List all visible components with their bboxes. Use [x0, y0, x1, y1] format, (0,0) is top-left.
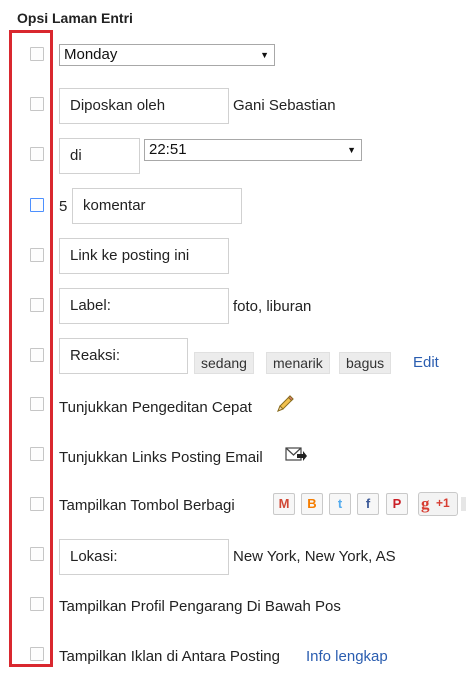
chevron-down-icon: ▼	[347, 145, 356, 155]
plus-one-label: +1	[436, 496, 450, 510]
ads-checkbox[interactable]	[30, 647, 44, 661]
author-profile-checkbox[interactable]	[30, 597, 44, 611]
labels-value: foto, liburan	[233, 298, 312, 315]
comments-checkbox[interactable]	[30, 198, 44, 212]
row-location: Lokasi: New York, New York, AS	[0, 537, 466, 577]
time-checkbox[interactable]	[30, 147, 44, 161]
section-title: Opsi Laman Entri	[17, 10, 133, 26]
time-select[interactable]: 22:51 ▼	[144, 139, 362, 161]
reactions-checkbox[interactable]	[30, 348, 44, 362]
share-buttons-checkbox[interactable]	[30, 497, 44, 511]
date-format-value: Monday	[64, 46, 118, 63]
blogger-share-icon[interactable]: B	[301, 493, 323, 515]
labels-label-field[interactable]: Label:	[59, 288, 229, 324]
row-author: Diposkan oleh Gani Sebastian	[0, 85, 466, 125]
reaction-option: bagus	[339, 352, 392, 374]
quick-edit-checkbox[interactable]	[30, 397, 44, 411]
reaction-option: menarik	[266, 352, 330, 374]
quick-edit-label: Tunjukkan Pengeditan Cepat	[59, 399, 252, 416]
gmail-share-icon[interactable]: M	[273, 493, 295, 515]
reaction-option: sedang	[194, 352, 254, 374]
email-links-checkbox[interactable]	[30, 447, 44, 461]
comments-label-field[interactable]: komentar	[72, 188, 242, 224]
row-ads: Tampilkan Iklan di Antara Posting Info l…	[0, 637, 466, 677]
author-name: Gani Sebastian	[233, 97, 336, 114]
date-checkbox[interactable]	[30, 47, 44, 61]
author-checkbox[interactable]	[30, 97, 44, 111]
row-quick-edit: Tunjukkan Pengeditan Cepat	[0, 387, 466, 427]
row-author-profile: Tampilkan Profil Pengarang Di Bawah Pos	[0, 587, 466, 627]
twitter-share-icon[interactable]: t	[329, 493, 351, 515]
row-labels: Label: foto, liburan	[0, 286, 466, 326]
location-value: New York, New York, AS	[233, 548, 396, 565]
info-link[interactable]: Info lengkap	[306, 648, 388, 665]
comment-count: 5	[59, 198, 68, 215]
share-buttons-label: Tampilkan Tombol Berbagi	[59, 497, 235, 514]
location-checkbox[interactable]	[30, 547, 44, 561]
facebook-share-icon[interactable]: f	[357, 493, 379, 515]
time-select-value: 22:51	[149, 141, 187, 158]
email-forward-icon	[285, 447, 307, 461]
edit-reactions-link[interactable]: Edit	[413, 354, 439, 371]
chevron-down-icon: ▼	[260, 50, 269, 60]
labels-checkbox[interactable]	[30, 298, 44, 312]
row-comments: 5 komentar	[0, 186, 466, 226]
permalink-checkbox[interactable]	[30, 248, 44, 262]
email-links-label: Tunjukkan Links Posting Email	[59, 449, 263, 466]
row-email-links: Tunjukkan Links Posting Email	[0, 437, 466, 477]
ads-label: Tampilkan Iklan di Antara Posting	[59, 648, 280, 665]
author-profile-label: Tampilkan Profil Pengarang Di Bawah Pos	[59, 598, 341, 615]
google-plus-one-button[interactable]: g +1	[418, 492, 458, 516]
pencil-icon	[277, 395, 294, 412]
location-label-field[interactable]: Lokasi:	[59, 539, 229, 575]
pinterest-share-icon[interactable]: P	[386, 493, 408, 515]
row-share-buttons: Tampilkan Tombol Berbagi M B t f P g +1	[0, 487, 466, 527]
date-format-select[interactable]: Monday ▼	[59, 44, 275, 66]
permalink-label-field[interactable]: Link ke posting ini	[59, 238, 229, 274]
author-label-field[interactable]: Diposkan oleh	[59, 88, 229, 124]
row-time: di 22:51 ▼	[0, 135, 466, 175]
time-label-field[interactable]: di	[59, 138, 140, 174]
row-reactions: Reaksi: sedang menarik bagus Edit	[0, 336, 466, 376]
row-date-format: Monday ▼	[0, 34, 466, 74]
reactions-label-field[interactable]: Reaksi:	[59, 338, 188, 374]
bubble-edge	[461, 497, 466, 511]
row-permalink: Link ke posting ini	[0, 236, 466, 276]
google-plus-icon: g	[421, 494, 430, 513]
